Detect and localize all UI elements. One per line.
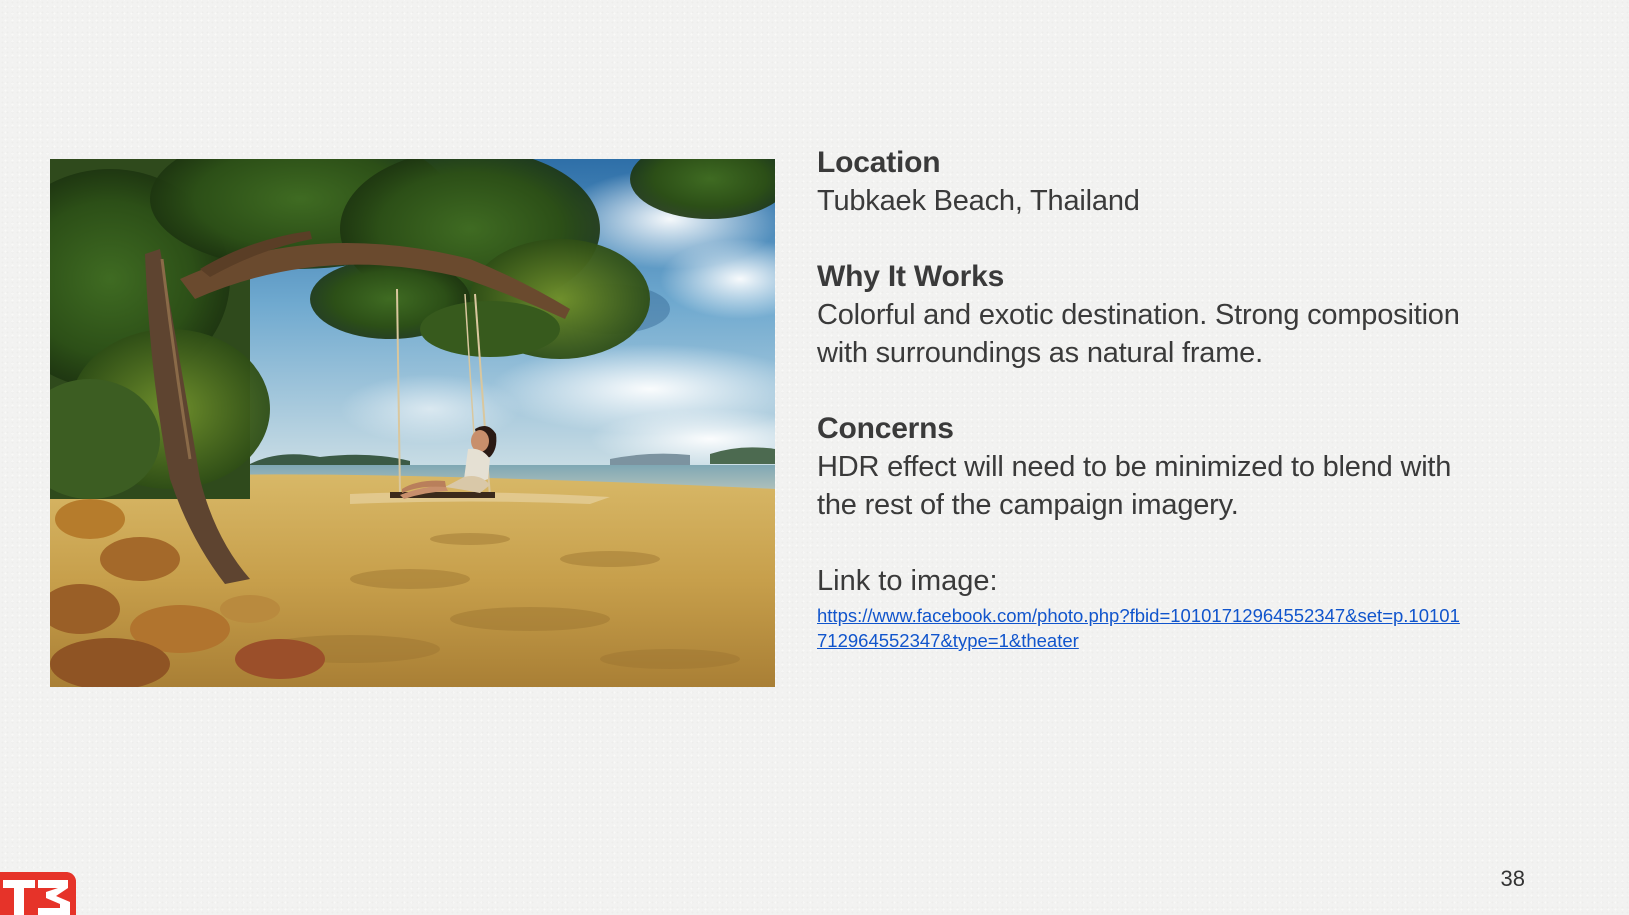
t3-logo [0,872,76,915]
slide: Location Tubkaek Beach, Thailand Why It … [0,0,1629,915]
details-column: Location Tubkaek Beach, Thailand Why It … [817,144,1467,653]
concerns-text: HDR effect will need to be minimized to … [817,451,1452,521]
concerns-heading: Concerns [817,412,954,445]
image-link[interactable]: https://www.facebook.com/photo.php?fbid=… [817,603,1467,653]
location-heading: Location [817,146,941,179]
link-label: Link to image: [817,565,998,597]
page-number: 38 [1500,866,1525,891]
location-value: Tubkaek Beach, Thailand [817,185,1140,217]
why-it-works-text: Colorful and exotic destination. Strong … [817,299,1460,369]
beach-swing-photo [50,159,775,687]
why-it-works-heading: Why It Works [817,260,1005,293]
